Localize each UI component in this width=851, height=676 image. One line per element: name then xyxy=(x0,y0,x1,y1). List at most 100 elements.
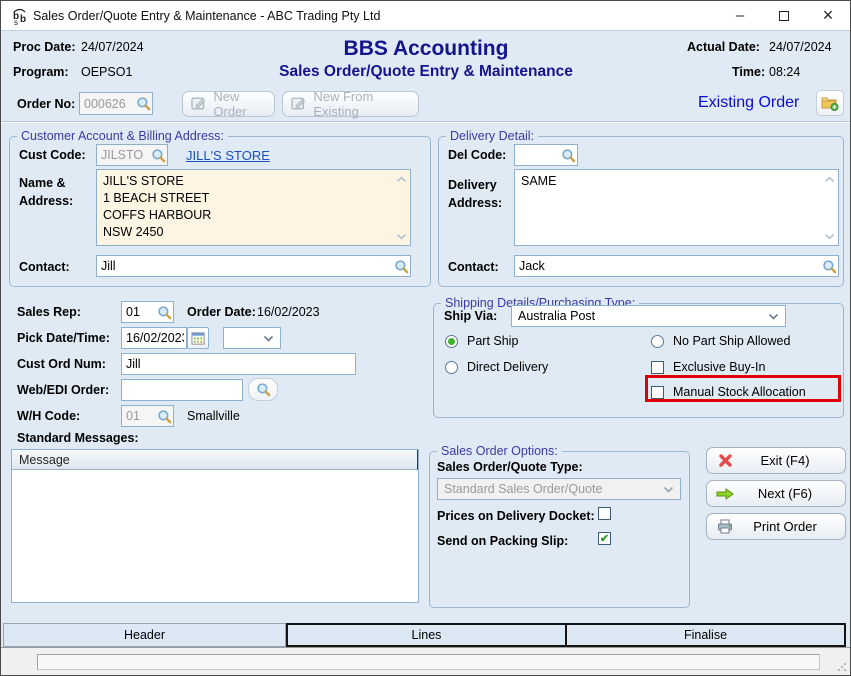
name-address-text: JILL'S STORE 1 BEACH STREET COFFS HARBOU… xyxy=(97,170,410,244)
cust-code-field[interactable] xyxy=(96,144,168,166)
print-button[interactable]: Print Order xyxy=(706,513,846,540)
delivery-contact-label: Contact: xyxy=(448,260,499,274)
sales-rep-input[interactable] xyxy=(122,305,155,319)
scroll-down-icon[interactable] xyxy=(396,229,407,243)
app-subtitle: Sales Order/Quote Entry & Maintenance xyxy=(201,63,651,81)
direct-delivery-radio[interactable] xyxy=(445,361,458,374)
part-ship-option[interactable]: Part Ship xyxy=(445,334,518,348)
order-type-select[interactable]: Standard Sales Order/Quote xyxy=(437,478,681,500)
print-label: Print Order xyxy=(743,519,845,534)
cust-ord-num-input[interactable] xyxy=(122,357,355,371)
pick-time-select[interactable] xyxy=(223,327,281,349)
delivery-contact-input[interactable] xyxy=(515,259,820,273)
billing-contact-input[interactable] xyxy=(97,259,392,273)
del-code-input[interactable] xyxy=(515,148,559,162)
search-icon[interactable] xyxy=(157,409,172,424)
scroll-up-icon[interactable] xyxy=(396,172,407,186)
del-code-field[interactable] xyxy=(514,144,578,166)
delivery-contact-field[interactable] xyxy=(514,255,839,277)
program-label: Program: xyxy=(13,65,69,79)
packing-slip-checkbox[interactable]: ✔ xyxy=(598,532,611,545)
time-value: 08:24 xyxy=(769,65,800,79)
no-part-ship-label: No Part Ship Allowed xyxy=(673,334,790,348)
tab-header[interactable]: Header xyxy=(3,623,286,647)
wh-code-field[interactable] xyxy=(121,405,174,427)
open-existing-order-button[interactable] xyxy=(816,90,844,116)
search-icon[interactable] xyxy=(151,148,166,163)
scroll-up-icon[interactable] xyxy=(824,172,835,186)
close-button[interactable]: × xyxy=(806,1,850,30)
order-date-label: Order Date: xyxy=(187,305,256,319)
calendar-button[interactable] xyxy=(187,327,209,349)
manual-stock-option[interactable]: Manual Stock Allocation xyxy=(651,385,806,399)
options-legend: Sales Order Options: xyxy=(437,444,562,458)
web-edi-input[interactable] xyxy=(122,383,242,397)
ship-via-label: Ship Via: xyxy=(444,309,497,323)
search-icon[interactable] xyxy=(394,259,409,274)
search-icon[interactable] xyxy=(561,148,576,163)
part-ship-label: Part Ship xyxy=(467,334,518,348)
web-edi-field[interactable] xyxy=(121,379,243,401)
tab-lines[interactable]: Lines xyxy=(286,623,567,647)
customer-legend: Customer Account & Billing Address: xyxy=(17,129,228,143)
new-order-label: New Order xyxy=(213,89,274,119)
ship-via-select[interactable]: Australia Post xyxy=(511,305,786,327)
app-icon: b s b xyxy=(10,7,29,26)
messages-column-header[interactable]: Message xyxy=(12,450,418,470)
order-no-input[interactable] xyxy=(80,97,134,111)
billing-contact-label: Contact: xyxy=(19,260,70,274)
messages-list[interactable]: Message xyxy=(11,449,419,603)
print-icon xyxy=(707,519,743,534)
delivery-address-box[interactable]: SAME xyxy=(514,169,839,246)
search-icon[interactable] xyxy=(157,305,172,320)
chevron-down-icon xyxy=(768,313,779,320)
search-icon[interactable] xyxy=(136,96,151,111)
pick-date-input[interactable] xyxy=(122,331,186,345)
scroll-down-icon[interactable] xyxy=(824,229,835,243)
minimize-button[interactable]: – xyxy=(718,1,762,30)
no-part-ship-radio[interactable] xyxy=(651,335,664,348)
delivery-legend: Delivery Detail: xyxy=(446,129,538,143)
new-from-existing-label: New From Existing xyxy=(313,89,418,119)
manual-stock-label: Manual Stock Allocation xyxy=(673,385,806,399)
tab-finalise[interactable]: Finalise xyxy=(565,623,846,647)
cust-ord-num-field[interactable] xyxy=(121,353,356,375)
billing-contact-field[interactable] xyxy=(96,255,411,277)
exclusive-buyin-label: Exclusive Buy-In xyxy=(673,360,765,374)
part-ship-radio[interactable] xyxy=(445,335,458,348)
app-window: b s b Sales Order/Quote Entry & Maintena… xyxy=(0,0,851,676)
exclusive-buyin-checkbox[interactable] xyxy=(651,361,664,374)
customer-name-link[interactable]: JILL'S STORE xyxy=(186,148,270,163)
exit-button[interactable]: Exit (F4) xyxy=(706,447,846,474)
new-order-button[interactable]: New Order xyxy=(182,91,275,117)
search-icon xyxy=(256,382,271,397)
order-date-value: 16/02/2023 xyxy=(257,305,320,319)
next-button[interactable]: Next (F6) xyxy=(706,480,846,507)
pick-date-field[interactable] xyxy=(121,327,187,349)
web-edi-search-button[interactable] xyxy=(248,378,278,401)
window-title: Sales Order/Quote Entry & Maintenance - … xyxy=(33,9,380,23)
web-edi-label: Web/EDI Order: xyxy=(17,383,109,397)
svg-text:s: s xyxy=(14,18,18,26)
delivery-address-label: Delivery Address: xyxy=(448,176,508,212)
no-part-ship-option[interactable]: No Part Ship Allowed xyxy=(651,334,790,348)
wh-code-input[interactable] xyxy=(122,409,155,423)
prices-docket-checkbox[interactable] xyxy=(598,507,611,520)
cust-code-input[interactable] xyxy=(97,148,149,162)
resize-grip[interactable] xyxy=(837,662,847,672)
pick-date-time-label: Pick Date/Time: xyxy=(17,331,110,345)
order-mode-label: Existing Order xyxy=(698,94,799,112)
sales-rep-field[interactable] xyxy=(121,301,174,323)
manual-stock-checkbox[interactable] xyxy=(651,386,664,399)
direct-delivery-option[interactable]: Direct Delivery xyxy=(445,360,548,374)
tab-header-label: Header xyxy=(124,628,165,642)
new-from-existing-button[interactable]: New From Existing xyxy=(282,91,419,117)
maximize-button[interactable] xyxy=(762,1,806,30)
proc-date-label: Proc Date: xyxy=(13,40,76,54)
search-icon[interactable] xyxy=(822,259,837,274)
chevron-down-icon xyxy=(263,335,274,342)
del-code-label: Del Code: xyxy=(448,148,506,162)
name-address-box[interactable]: JILL'S STORE 1 BEACH STREET COFFS HARBOU… xyxy=(96,169,411,246)
exclusive-buyin-option[interactable]: Exclusive Buy-In xyxy=(651,360,765,374)
order-no-field[interactable] xyxy=(79,92,153,115)
